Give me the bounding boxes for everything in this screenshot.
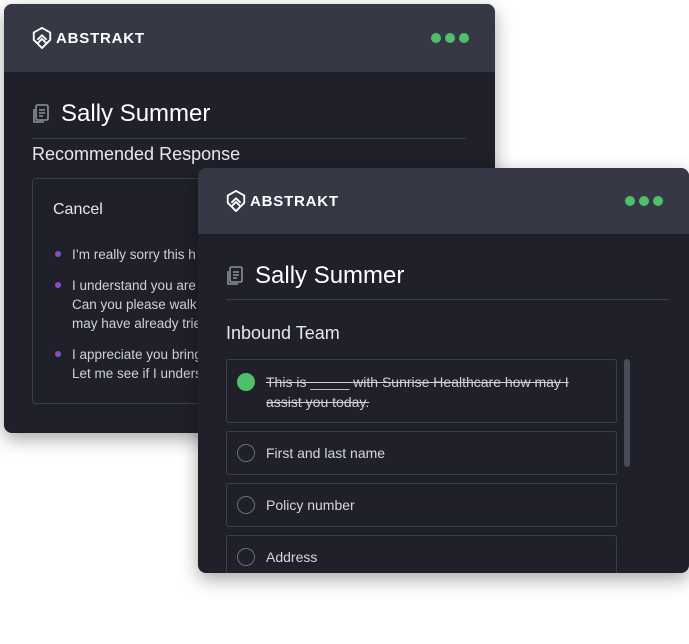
contact-name: Sally Summer xyxy=(61,100,211,127)
section-title: Inbound Team xyxy=(226,323,340,343)
checklist-item-label: Address xyxy=(266,549,318,565)
brand: ABSTRAKT xyxy=(225,190,339,212)
status-dot xyxy=(653,196,663,206)
radio-checked-icon[interactable] xyxy=(237,373,255,391)
checklist-item[interactable]: First and last name xyxy=(226,431,617,475)
status-dot xyxy=(625,196,635,206)
card-header: ABSTRAKT xyxy=(4,4,495,72)
list-item: I understand you are Can you please walk… xyxy=(55,276,202,333)
checklist-item-label: This is _____ with Sunrise Healthcare ho… xyxy=(266,374,569,410)
document-icon xyxy=(33,104,49,123)
status-dot xyxy=(445,33,455,43)
response-title: Cancel xyxy=(53,201,103,218)
checklist-item[interactable]: This is _____ with Sunrise Healthcare ho… xyxy=(226,359,617,423)
list-item: I’m really sorry this h xyxy=(55,245,202,264)
bullet-icon xyxy=(55,351,61,357)
contact-name: Sally Summer xyxy=(255,262,405,289)
section-title: Recommended Response xyxy=(32,144,241,164)
divider xyxy=(32,138,466,139)
scrollbar[interactable] xyxy=(624,359,630,467)
status-dot xyxy=(639,196,649,206)
bullet-icon xyxy=(55,282,61,288)
checklist-item-label: Policy number xyxy=(266,497,355,513)
response-bullets: I’m really sorry this h I understand you… xyxy=(55,245,202,395)
contact-row: Sally Summer xyxy=(226,262,404,290)
radio-unchecked-icon[interactable] xyxy=(237,444,255,462)
checklist-item-label: First and last name xyxy=(266,445,386,461)
brand: ABSTRAKT xyxy=(31,27,145,49)
card-header: ABSTRAKT xyxy=(198,168,689,234)
status-dot xyxy=(459,33,469,43)
brand-name: ABSTRAKT xyxy=(250,192,339,210)
abstrakt-logo-icon xyxy=(226,190,246,212)
list-item: I appreciate you bring Let me see if I u… xyxy=(55,345,202,383)
bullet-text: I’m really sorry this h xyxy=(72,247,196,262)
radio-unchecked-icon[interactable] xyxy=(237,548,255,566)
bullet-icon xyxy=(55,251,61,257)
brand-name: ABSTRAKT xyxy=(56,29,145,47)
checklist-item[interactable]: Address xyxy=(226,535,617,573)
more-dots-icon[interactable] xyxy=(625,196,663,206)
checklist-card: ABSTRAKT Sally Summer Inbound Team This … xyxy=(198,168,689,573)
bullet-text: I understand you are Can you please walk… xyxy=(72,278,202,331)
radio-unchecked-icon[interactable] xyxy=(237,496,255,514)
bullet-text: I appreciate you bring Let me see if I u… xyxy=(72,347,202,381)
status-dot xyxy=(431,33,441,43)
document-icon xyxy=(227,266,243,285)
abstrakt-logo-icon xyxy=(32,27,52,49)
more-dots-icon[interactable] xyxy=(431,33,469,43)
checklist-item[interactable]: Policy number xyxy=(226,483,617,527)
divider xyxy=(226,299,669,300)
contact-row: Sally Summer xyxy=(32,100,210,128)
